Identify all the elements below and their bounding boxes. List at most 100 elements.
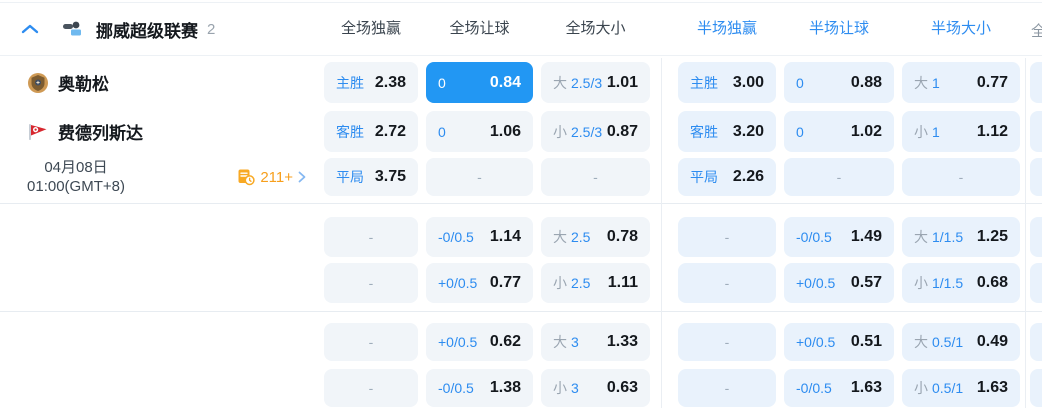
line-prefix: 小 bbox=[553, 380, 567, 396]
odds-cell[interactable]: +0/0.5 0.57 bbox=[784, 263, 894, 303]
line-label: -0/0.5 bbox=[438, 380, 474, 396]
odds-row: - -0/0.5 1.14 大 2.5 0.78- -0/0.5 1.49 大 1/1.5 1.25 bbox=[0, 217, 1042, 257]
line-label: 平局 bbox=[336, 169, 364, 185]
line-label: 0.5/1 bbox=[932, 380, 964, 396]
odds-row: 主胜 2.38 0 0.84 大 2.5/3 1.01 主胜 3.00 0 0.88 大 1 0.77 bbox=[0, 62, 1042, 103]
odds-cell[interactable]: 小 0.5/1 1.63 bbox=[902, 369, 1020, 407]
odds-value: 1.14 bbox=[489, 228, 521, 245]
clipped-odds-cell[interactable] bbox=[1030, 62, 1042, 103]
odds-cell[interactable]: 0 1.02 bbox=[784, 111, 894, 152]
odds-cell[interactable]: 大 1/1.5 1.25 bbox=[902, 217, 1020, 257]
odds-value: 0.51 bbox=[850, 333, 882, 350]
odds-cell-empty: - bbox=[678, 263, 776, 303]
clipped-next-column-header: 全 bbox=[1031, 23, 1042, 40]
odds-row: 平局 3.75- - 平局 2.26- - bbox=[0, 158, 1042, 196]
line-label: 3 bbox=[571, 334, 579, 350]
odds-cell[interactable]: 平局 2.26 bbox=[678, 158, 776, 196]
odds-value: 0.87 bbox=[606, 122, 638, 140]
line-label: 0.5/1 bbox=[932, 334, 964, 350]
line-prefix: 大 bbox=[914, 334, 928, 350]
odds-value: 1.63 bbox=[976, 379, 1008, 396]
line-label: 0 bbox=[796, 74, 804, 91]
col-head-half-1x2: 半场独赢 bbox=[696, 20, 757, 37]
odds-cell[interactable]: 客胜 3.20 bbox=[678, 111, 776, 152]
odds-cell[interactable]: 0 1.06 bbox=[426, 111, 533, 152]
odds-cell[interactable]: -0/0.5 1.63 bbox=[784, 369, 894, 407]
odds-cell[interactable]: 小 2.5/3 0.87 bbox=[541, 111, 650, 152]
odds-value: 0.62 bbox=[489, 333, 521, 350]
odds-cell-empty: - bbox=[678, 217, 776, 257]
line-prefix: 大 bbox=[914, 74, 928, 91]
odds-row: 客胜 2.72 0 1.06 小 2.5/3 0.87 客胜 3.20 0 1.02 小 1 1.12 bbox=[0, 111, 1042, 152]
line-label: 0 bbox=[796, 123, 804, 140]
col-head-half-handicap: 半场让球 bbox=[808, 20, 869, 37]
odds-value: 1.12 bbox=[976, 122, 1008, 140]
odds-cell-empty: - bbox=[784, 158, 894, 196]
odds-table: 挪威超级联赛 2 全场独赢 全场让球 全场大小 半场独赢 半场让球 半场大小 全… bbox=[0, 0, 1042, 415]
odds-value: 2.26 bbox=[732, 168, 764, 185]
odds-value: 1.63 bbox=[850, 379, 882, 396]
odds-cell[interactable]: 大 0.5/1 0.49 bbox=[902, 323, 1020, 361]
odds-cell-selected[interactable]: 0 0.84 bbox=[426, 62, 533, 103]
odds-cell[interactable]: 大 2.5/3 1.01 bbox=[541, 62, 650, 103]
odds-value: 1.25 bbox=[976, 228, 1008, 245]
odds-value: 0.63 bbox=[606, 379, 638, 396]
line-label: 平局 bbox=[690, 169, 718, 185]
odds-cell[interactable]: 小 1/1.5 0.68 bbox=[902, 263, 1020, 303]
odds-value: 0.77 bbox=[976, 73, 1008, 91]
odds-cell-empty: - bbox=[426, 158, 533, 196]
line-label: -0/0.5 bbox=[796, 229, 832, 245]
odds-value: 1.06 bbox=[489, 122, 521, 140]
odds-value: 0.78 bbox=[606, 228, 638, 245]
clipped-odds-cell[interactable] bbox=[1030, 263, 1042, 303]
odds-value: 0.84 bbox=[489, 73, 521, 91]
line-label: +0/0.5 bbox=[438, 334, 478, 350]
odds-cell[interactable]: 平局 3.75 bbox=[324, 158, 418, 196]
odds-cell[interactable]: +0/0.5 0.77 bbox=[426, 263, 533, 303]
odds-row: - -0/0.5 1.38 小 3 0.63- -0/0.5 1.63 小 0.5/1 1.63 bbox=[0, 369, 1042, 407]
odds-cell[interactable]: 小 3 0.63 bbox=[541, 369, 650, 407]
odds-cell[interactable]: 主胜 2.38 bbox=[324, 62, 418, 103]
line-label: 2.5/3 bbox=[571, 123, 603, 140]
line-label: +0/0.5 bbox=[796, 334, 836, 350]
line-label: 主胜 bbox=[690, 74, 718, 91]
clipped-odds-cell[interactable] bbox=[1030, 111, 1042, 152]
odds-value: 1.02 bbox=[850, 122, 882, 140]
odds-value: 0.68 bbox=[976, 274, 1008, 291]
odds-cell-empty: - bbox=[324, 323, 418, 361]
line-label: -0/0.5 bbox=[796, 380, 832, 396]
clipped-odds-cell[interactable] bbox=[1030, 369, 1042, 407]
odds-cell[interactable]: -0/0.5 1.49 bbox=[784, 217, 894, 257]
clipped-odds-cell[interactable] bbox=[1030, 217, 1042, 257]
odds-value: 3.75 bbox=[374, 168, 406, 185]
odds-cell[interactable]: -0/0.5 1.38 bbox=[426, 369, 533, 407]
odds-value: 0.57 bbox=[850, 274, 882, 291]
section-divider bbox=[0, 311, 1042, 312]
odds-cell[interactable]: 小 1 1.12 bbox=[902, 111, 1020, 152]
odds-cell[interactable]: 小 2.5 1.11 bbox=[541, 263, 650, 303]
odds-row: - +0/0.5 0.77 小 2.5 1.11- +0/0.5 0.57 小 1/1.5 0.68 bbox=[0, 263, 1042, 303]
odds-cell[interactable]: 大 3 1.33 bbox=[541, 323, 650, 361]
odds-cell[interactable]: +0/0.5 0.62 bbox=[426, 323, 533, 361]
line-prefix: 大 bbox=[914, 229, 928, 245]
odds-value: 1.33 bbox=[606, 333, 638, 350]
line-label: 2.5/3 bbox=[571, 74, 603, 91]
odds-cell[interactable]: +0/0.5 0.51 bbox=[784, 323, 894, 361]
clipped-odds-cell[interactable] bbox=[1030, 158, 1042, 196]
odds-cell[interactable]: 客胜 2.72 bbox=[324, 111, 418, 152]
col-head-full-1x2: 全场独赢 bbox=[340, 20, 401, 37]
odds-cell[interactable]: -0/0.5 1.14 bbox=[426, 217, 533, 257]
odds-cell[interactable]: 大 2.5 0.78 bbox=[541, 217, 650, 257]
odds-cell[interactable]: 大 1 0.77 bbox=[902, 62, 1020, 103]
line-label: +0/0.5 bbox=[796, 275, 836, 291]
line-label: 0 bbox=[438, 74, 446, 91]
section-divider bbox=[0, 203, 1042, 204]
odds-value: 1.49 bbox=[850, 228, 882, 245]
odds-cell[interactable]: 主胜 3.00 bbox=[678, 62, 776, 103]
odds-value: 3.20 bbox=[732, 122, 764, 140]
odds-cell[interactable]: 0 0.88 bbox=[784, 62, 894, 103]
clipped-odds-cell[interactable] bbox=[1030, 323, 1042, 361]
odds-value: 2.38 bbox=[374, 73, 406, 91]
line-label: +0/0.5 bbox=[438, 275, 478, 291]
line-label: 3 bbox=[571, 380, 579, 396]
